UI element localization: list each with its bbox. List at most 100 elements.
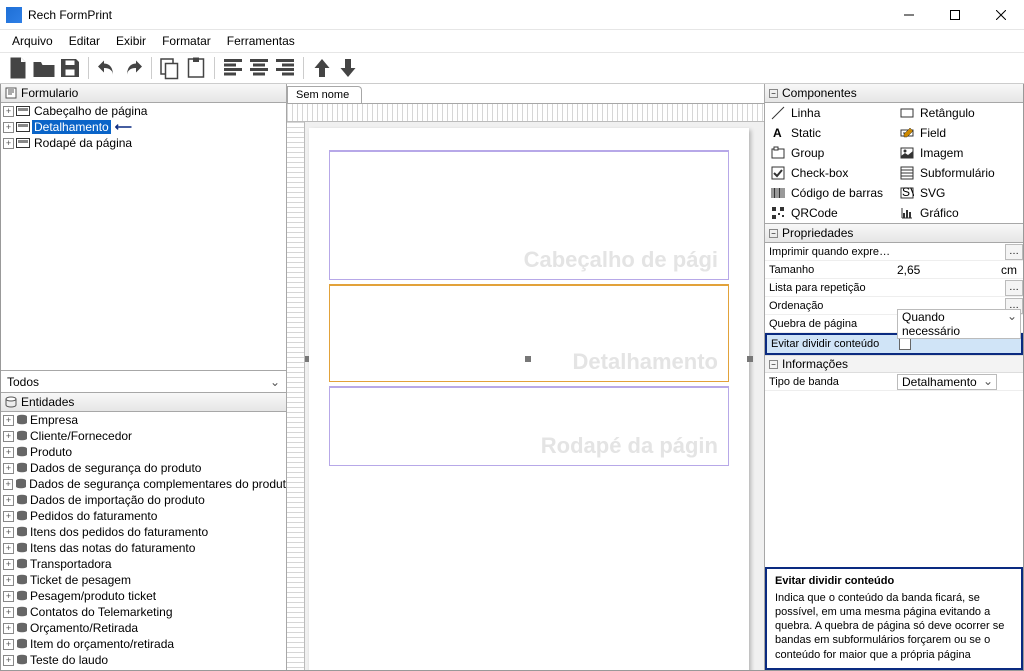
entidade-row[interactable]: +Empresa	[1, 412, 286, 428]
component-group[interactable]: Group	[765, 143, 894, 163]
component-subformul-rio[interactable]: Subformulário	[894, 163, 1023, 183]
component-field[interactable]: Field	[894, 123, 1023, 143]
entidade-row[interactable]: +Pedidos do faturamento	[1, 508, 286, 524]
expand-icon[interactable]: +	[3, 463, 14, 474]
menu-ferramentas[interactable]: Ferramentas	[219, 32, 303, 50]
band-header[interactable]: Cabeçalho de pági	[329, 150, 729, 280]
expand-icon[interactable]: +	[3, 479, 13, 490]
ellipsis-button[interactable]: …	[1005, 244, 1023, 260]
collapse-icon[interactable]: −	[769, 229, 778, 238]
component-linha[interactable]: Linha	[765, 103, 894, 123]
component-qrcode[interactable]: QRCode	[765, 203, 894, 223]
entidade-row[interactable]: +Item do orçamento/retirada	[1, 636, 286, 652]
document-tab[interactable]: Sem nome	[287, 86, 362, 103]
expand-icon[interactable]: +	[3, 623, 14, 634]
toolbar-redo-icon[interactable]	[121, 56, 145, 80]
menu-editar[interactable]: Editar	[61, 32, 108, 50]
entidade-row[interactable]: +Teste do laudo	[1, 652, 286, 668]
component-gr-fico[interactable]: Gráfico	[894, 203, 1023, 223]
collapse-icon[interactable]: −	[769, 360, 778, 369]
entidade-row[interactable]: +Orçamento/Retirada	[1, 620, 286, 636]
component-static[interactable]: AStatic	[765, 123, 894, 143]
toolbar-arrow-down-icon[interactable]	[336, 56, 360, 80]
prop-tamanho[interactable]: Tamanho 2,65 cm	[765, 261, 1023, 279]
tree-row-header[interactable]: + Cabeçalho de página	[1, 103, 286, 119]
entidade-row[interactable]: +Produto	[1, 444, 286, 460]
window-close-button[interactable]	[978, 0, 1024, 30]
entidade-row[interactable]: +Dados de segurança complementares do pr…	[1, 476, 286, 492]
component-imagem[interactable]: Imagem	[894, 143, 1023, 163]
entidade-row[interactable]: +Ticket de pesagem	[1, 572, 286, 588]
todos-dropdown[interactable]: Todos ⌄	[1, 371, 286, 393]
toolbar-save-icon[interactable]	[58, 56, 82, 80]
prop-tipo-banda[interactable]: Tipo de banda Detalhamento	[765, 373, 1023, 391]
ellipsis-button[interactable]: …	[1005, 280, 1023, 296]
toolbar-arrow-up-icon[interactable]	[310, 56, 334, 80]
toolbar-paste-icon[interactable]	[184, 56, 208, 80]
expand-icon[interactable]: +	[3, 591, 14, 602]
entidade-row[interactable]: +Contatos do Telemarketing	[1, 604, 286, 620]
tree-row-footer[interactable]: + Rodapé da página	[1, 135, 286, 151]
expand-icon[interactable]: +	[3, 575, 14, 586]
band-detail[interactable]: Detalhamento	[329, 284, 729, 382]
selection-handles[interactable]	[305, 356, 753, 362]
prop-value-dropdown[interactable]: Quando necessário	[897, 309, 1021, 339]
entidade-row[interactable]: +Itens das notas do faturamento	[1, 540, 286, 556]
expand-icon[interactable]: +	[3, 543, 14, 554]
toolbar-new-icon[interactable]	[6, 56, 30, 80]
expand-icon[interactable]: +	[3, 415, 14, 426]
app-icon	[6, 7, 22, 23]
entidade-row[interactable]: +Dados básicos do laudo	[1, 668, 286, 670]
expand-icon[interactable]: +	[3, 527, 14, 538]
toolbar-align-right-icon[interactable]	[273, 56, 297, 80]
component-svg[interactable]: SVGSVG	[894, 183, 1023, 203]
component-ret-ngulo[interactable]: Retângulo	[894, 103, 1023, 123]
expand-icon[interactable]: +	[3, 655, 14, 666]
entidade-row[interactable]: +Cliente/Fornecedor	[1, 428, 286, 444]
toolbar-undo-icon[interactable]	[95, 56, 119, 80]
component-icon: SVG	[900, 186, 914, 200]
page-preview[interactable]: Cabeçalho de pági Detalhamento Rodapé da…	[309, 128, 749, 670]
expand-icon[interactable]: +	[3, 138, 14, 149]
prop-quebra[interactable]: Quebra de página Quando necessário	[765, 315, 1023, 333]
checkbox-icon[interactable]	[899, 338, 911, 350]
entidades-list[interactable]: +Empresa+Cliente/Fornecedor+Produto+Dado…	[1, 412, 286, 670]
tree-row-detail[interactable]: + Detalhamento ⟵	[1, 119, 286, 135]
expand-icon[interactable]: +	[3, 607, 14, 618]
expand-icon[interactable]: +	[3, 639, 14, 650]
formulario-tree[interactable]: + Cabeçalho de página + Detalhamento ⟵ +…	[1, 103, 286, 371]
expand-icon[interactable]: +	[3, 447, 14, 458]
menu-exibir[interactable]: Exibir	[108, 32, 154, 50]
toolbar-copy-icon[interactable]	[158, 56, 182, 80]
entidade-label: Dados de importação do produto	[30, 493, 205, 507]
entidade-row[interactable]: +Transportadora	[1, 556, 286, 572]
prop-info-header[interactable]: − Informações	[765, 355, 1023, 373]
toolbar-align-center-icon[interactable]	[247, 56, 271, 80]
entidade-row[interactable]: +Pesagem/produto ticket	[1, 588, 286, 604]
database-icon	[5, 396, 17, 408]
prop-lista[interactable]: Lista para repetição …	[765, 279, 1023, 297]
canvas[interactable]: Cabeçalho de pági Detalhamento Rodapé da…	[287, 104, 764, 670]
toolbar-open-icon[interactable]	[32, 56, 56, 80]
expand-icon[interactable]: +	[3, 122, 14, 133]
expand-icon[interactable]: +	[3, 559, 14, 570]
expand-icon[interactable]: +	[3, 106, 14, 117]
band-footer[interactable]: Rodapé da págin	[329, 386, 729, 466]
entidade-row[interactable]: +Dados de segurança do produto	[1, 460, 286, 476]
prop-imprimir[interactable]: Imprimir quando expressão …	[765, 243, 1023, 261]
component-c-digo-de-barras[interactable]: Código de barras	[765, 183, 894, 203]
entidade-row[interactable]: + Dados de importação do produto	[1, 492, 286, 508]
menu-arquivo[interactable]: Arquivo	[4, 32, 61, 50]
menu-formatar[interactable]: Formatar	[154, 32, 219, 50]
expand-icon[interactable]: +	[3, 511, 14, 522]
expand-icon[interactable]: +	[3, 495, 14, 506]
component-check-box[interactable]: Check-box	[765, 163, 894, 183]
window-minimize-button[interactable]	[886, 0, 932, 30]
prop-value[interactable]: 2,65	[897, 263, 920, 277]
prop-value-dropdown[interactable]: Detalhamento	[897, 374, 997, 390]
window-maximize-button[interactable]	[932, 0, 978, 30]
toolbar-align-left-icon[interactable]	[221, 56, 245, 80]
collapse-icon[interactable]: −	[769, 89, 778, 98]
expand-icon[interactable]: +	[3, 431, 14, 442]
entidade-row[interactable]: +Itens dos pedidos do faturamento	[1, 524, 286, 540]
